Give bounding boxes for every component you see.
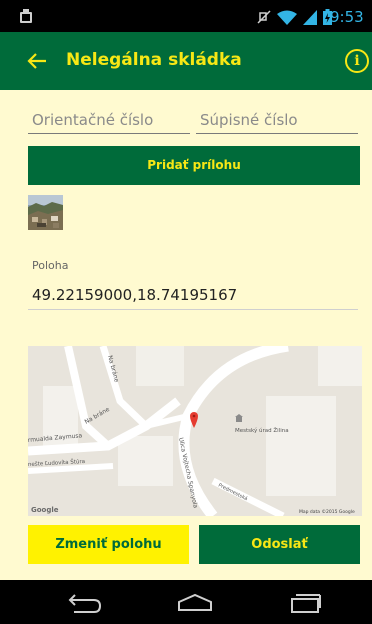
- signal-icon: [303, 9, 317, 25]
- status-icons: [257, 9, 332, 25]
- location-label: Poloha: [32, 259, 69, 272]
- orientation-number-field: [28, 104, 190, 134]
- notification-icon: [20, 9, 32, 23]
- mute-icon: [257, 10, 271, 24]
- poi-label: Mestský úrad Žilina: [235, 426, 289, 434]
- orientation-number-input[interactable]: [28, 104, 190, 132]
- google-logo: Google: [31, 506, 59, 514]
- registry-number-input[interactable]: [196, 104, 358, 132]
- location-map[interactable]: Na bráne Na bráne rmualda Zaymusa nešte …: [28, 346, 362, 516]
- info-icon[interactable]: i: [345, 49, 369, 73]
- nav-back-icon[interactable]: [64, 592, 104, 614]
- clock: 9:53: [330, 8, 364, 26]
- attachment-thumbnail[interactable]: [28, 195, 63, 230]
- registry-number-field: [196, 104, 358, 134]
- map-attribution[interactable]: Map data ©2015 Google: [299, 508, 355, 515]
- arrow-left-icon[interactable]: [22, 46, 52, 76]
- change-location-button[interactable]: Zmeniť polohu: [28, 525, 189, 564]
- nav-home-icon[interactable]: [175, 592, 215, 614]
- page-title: Nelegálna skládka: [66, 50, 242, 70]
- add-attachment-button[interactable]: Pridať prílohu: [28, 146, 360, 185]
- wifi-icon: [277, 10, 297, 25]
- status-bar: 9:53: [0, 0, 372, 32]
- app-bar: Nelegálna skládka i: [0, 32, 372, 90]
- location-coordinates: 49.22159000,18.74195167: [28, 280, 358, 310]
- photo-thumbnail-image: [28, 195, 63, 230]
- send-button[interactable]: Odoslať: [199, 525, 360, 564]
- navigation-bar: [0, 580, 372, 624]
- nav-recents-icon[interactable]: [286, 592, 326, 614]
